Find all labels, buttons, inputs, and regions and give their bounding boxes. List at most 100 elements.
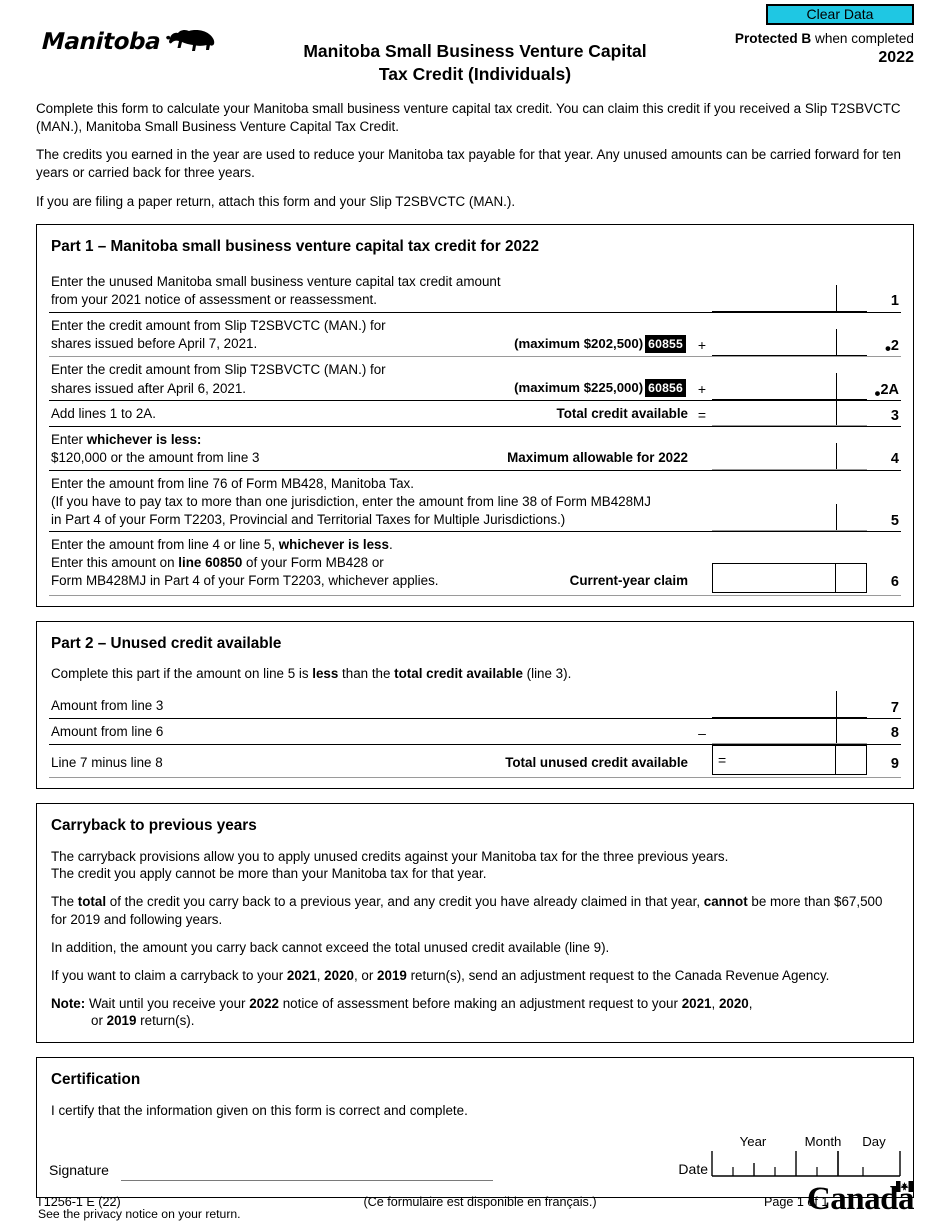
- row-9-text: Line 7 minus line 8: [51, 755, 163, 771]
- intro-paragraph-3: If you are filing a paper return, attach…: [36, 193, 516, 209]
- part-2-section: Part 2 – Unused credit available Complet…: [36, 620, 914, 789]
- row-7-amount-field[interactable]: [712, 691, 867, 719]
- row-2-amount-field[interactable]: [712, 313, 867, 357]
- row-6-line-number: 6: [890, 574, 899, 591]
- row-3-line-number: 3: [890, 407, 899, 424]
- row-8-text: Amount from line 6: [51, 724, 164, 740]
- canada-wordmark: Canada: [807, 1181, 915, 1216]
- part-2-emph-less: less: [312, 666, 339, 682]
- row-2-maximum-label: (maximum $202,500): [514, 335, 644, 351]
- page-footer: T1256-1 E (22) (Ce formulaire est dispon…: [36, 1181, 915, 1216]
- part-2-title: Part 2 – Unused credit available: [51, 634, 282, 652]
- form-page: Clear Data Protected B when completed 20…: [0, 0, 950, 1230]
- intro-text: Complete this form to calculate your Man…: [36, 100, 914, 210]
- intro-paragraph-2: The credits you earned in the year are u…: [36, 147, 901, 181]
- french-availability-note: (Ce formulaire est disponible en françai…: [363, 1194, 597, 1209]
- row-6-right-label: Current-year claim: [569, 573, 688, 589]
- calc-row-3: Add lines 1 to 2A. Total credit availabl…: [49, 399, 901, 427]
- row-2-text-line-2: shares issued before April 7, 2021.: [51, 336, 258, 352]
- decimal-tick: [836, 442, 837, 469]
- decimal-tick: [836, 284, 837, 311]
- carryback-title: Carryback to previous years: [51, 816, 257, 834]
- carryback-year-2020: 2020: [324, 967, 354, 983]
- row-1-text-line-2: from your 2021 notice of assessment or r…: [51, 291, 377, 307]
- calc-row-1: Enter the unused Manitoba small business…: [49, 269, 901, 312]
- decimal-tick: [836, 329, 837, 356]
- row-2a-maximum-label: (maximum $225,000): [514, 379, 644, 395]
- row-2a-text-line-1: Enter the credit amount from Slip T2SBVC…: [51, 362, 386, 378]
- month-label: Month: [804, 1133, 842, 1149]
- line-code-60856: 60856: [645, 379, 686, 398]
- row-8-operator: –: [698, 724, 706, 741]
- date-part-labels: Year Month Day: [711, 1134, 901, 1151]
- year-label: Year: [739, 1133, 767, 1149]
- row-4-amount-field[interactable]: [712, 427, 867, 470]
- calc-row-6: Enter the amount from line 4 or line 5, …: [49, 531, 901, 593]
- decimal-tick: [836, 373, 837, 400]
- row-3-amount-field[interactable]: [712, 399, 867, 427]
- row-9-line-number: 9: [890, 756, 899, 773]
- note-year-2021: 2021: [681, 995, 712, 1011]
- row-7-line-number: 7: [890, 699, 899, 716]
- certification-section: Certification I certify that the informa…: [36, 1057, 914, 1199]
- row-2a-text-line-2: shares issued after April 6, 2021.: [51, 380, 247, 396]
- row-4-text-line-2: $120,000 or the amount from line 3: [51, 450, 260, 466]
- row-6-text-line-3: Form MB428MJ in Part 4 of your Form T220…: [51, 573, 439, 589]
- form-title-line-1: Manitoba Small Business Venture Capital: [303, 41, 647, 61]
- row-8-amount-field[interactable]: [712, 716, 867, 744]
- row-4-right-label: Maximum allowable for 2022: [507, 450, 688, 466]
- row-9-right-label: Total unused credit available: [505, 755, 688, 771]
- carryback-p1-line-2: The credit you apply cannot be more than…: [51, 866, 487, 882]
- intro-paragraph-1: Complete this form to calculate your Man…: [36, 101, 901, 134]
- row-3-operator: =: [697, 407, 707, 424]
- decimal-tick: [836, 399, 837, 426]
- form-title-line-2: Tax Credit (Individuals): [378, 63, 572, 84]
- carryback-section: Carryback to previous years The carrybac…: [36, 802, 914, 1044]
- note-year-2020: 2020: [718, 995, 749, 1011]
- row-2-line-number: • 2: [884, 337, 899, 359]
- row-6-text-line-2: Enter this amount on line 60850 of your …: [51, 555, 384, 571]
- carryback-paragraph-3: In addition, the amount you carry back c…: [51, 939, 610, 955]
- date-comb[interactable]: Year Month Day: [711, 1134, 901, 1182]
- decimal-tick: [835, 745, 836, 774]
- line-code-60855: 60855: [645, 334, 686, 354]
- canada-flag-icon: [896, 1181, 913, 1192]
- row-7-text: Amount from line 3: [51, 698, 164, 714]
- row-9-operator: =: [718, 751, 727, 768]
- carryback-emph-total: total: [77, 894, 107, 910]
- calc-row-5: Enter the amount from line 76 of Form MB…: [49, 469, 901, 532]
- calc-row-9: Line 7 minus line 8 Total unused credit …: [49, 743, 901, 775]
- day-label: Day: [862, 1133, 886, 1149]
- row-3-text: Add lines 1 to 2A.: [51, 406, 156, 422]
- form-header: Clear Data Protected B when completed 20…: [36, 0, 914, 96]
- row-6-text-line-1: Enter the amount from line 4 or line 5, …: [51, 537, 393, 553]
- row-1-amount-field[interactable]: [712, 269, 867, 312]
- part-2-emph-total: total credit available: [394, 666, 523, 682]
- row-5-text-line-1: Enter the amount from line 76 of Form MB…: [51, 475, 414, 491]
- decimal-tick: [835, 563, 836, 592]
- row-8-line-number: 8: [890, 725, 899, 742]
- row-6-emphasis-2: line 60850: [178, 555, 243, 571]
- row-9-operator-spacer: [692, 771, 712, 775]
- row-6-amount-box[interactable]: [712, 562, 867, 593]
- date-comb-cells[interactable]: [711, 1151, 901, 1178]
- calc-row-4: Enter whichever is less: $120,000 or the…: [49, 426, 901, 470]
- form-code: T1256-1 E (22): [36, 1194, 121, 1209]
- row-5-text-line-2: (If you have to pay tax to more than one…: [51, 493, 651, 509]
- row-2a-operator: +: [697, 381, 707, 398]
- page-title: Manitoba Small Business Venture Capital …: [36, 40, 914, 86]
- row-5-amount-field[interactable]: [712, 471, 867, 532]
- signature-input[interactable]: [120, 1159, 493, 1182]
- row-2a-amount-field[interactable]: [712, 357, 867, 401]
- row-9-amount-box[interactable]: =: [712, 744, 867, 775]
- carryback-note: Note: Wait until you receive your 2022 n…: [51, 995, 753, 1029]
- carryback-p1-line-1: The carryback provisions allow you to ap…: [51, 848, 729, 864]
- part-1-section: Part 1 – Manitoba small business venture…: [36, 224, 914, 607]
- carryback-year-2021: 2021: [286, 967, 317, 983]
- clear-data-button[interactable]: Clear Data: [766, 4, 914, 25]
- part-1-title: Part 1 – Manitoba small business venture…: [51, 238, 539, 256]
- signature-label: Signature: [49, 1161, 109, 1178]
- date-field-group: Date Year Month Day: [678, 1134, 901, 1182]
- date-label: Date: [678, 1160, 708, 1177]
- signature-date-row: Signature Date Year Month Day: [49, 1134, 901, 1182]
